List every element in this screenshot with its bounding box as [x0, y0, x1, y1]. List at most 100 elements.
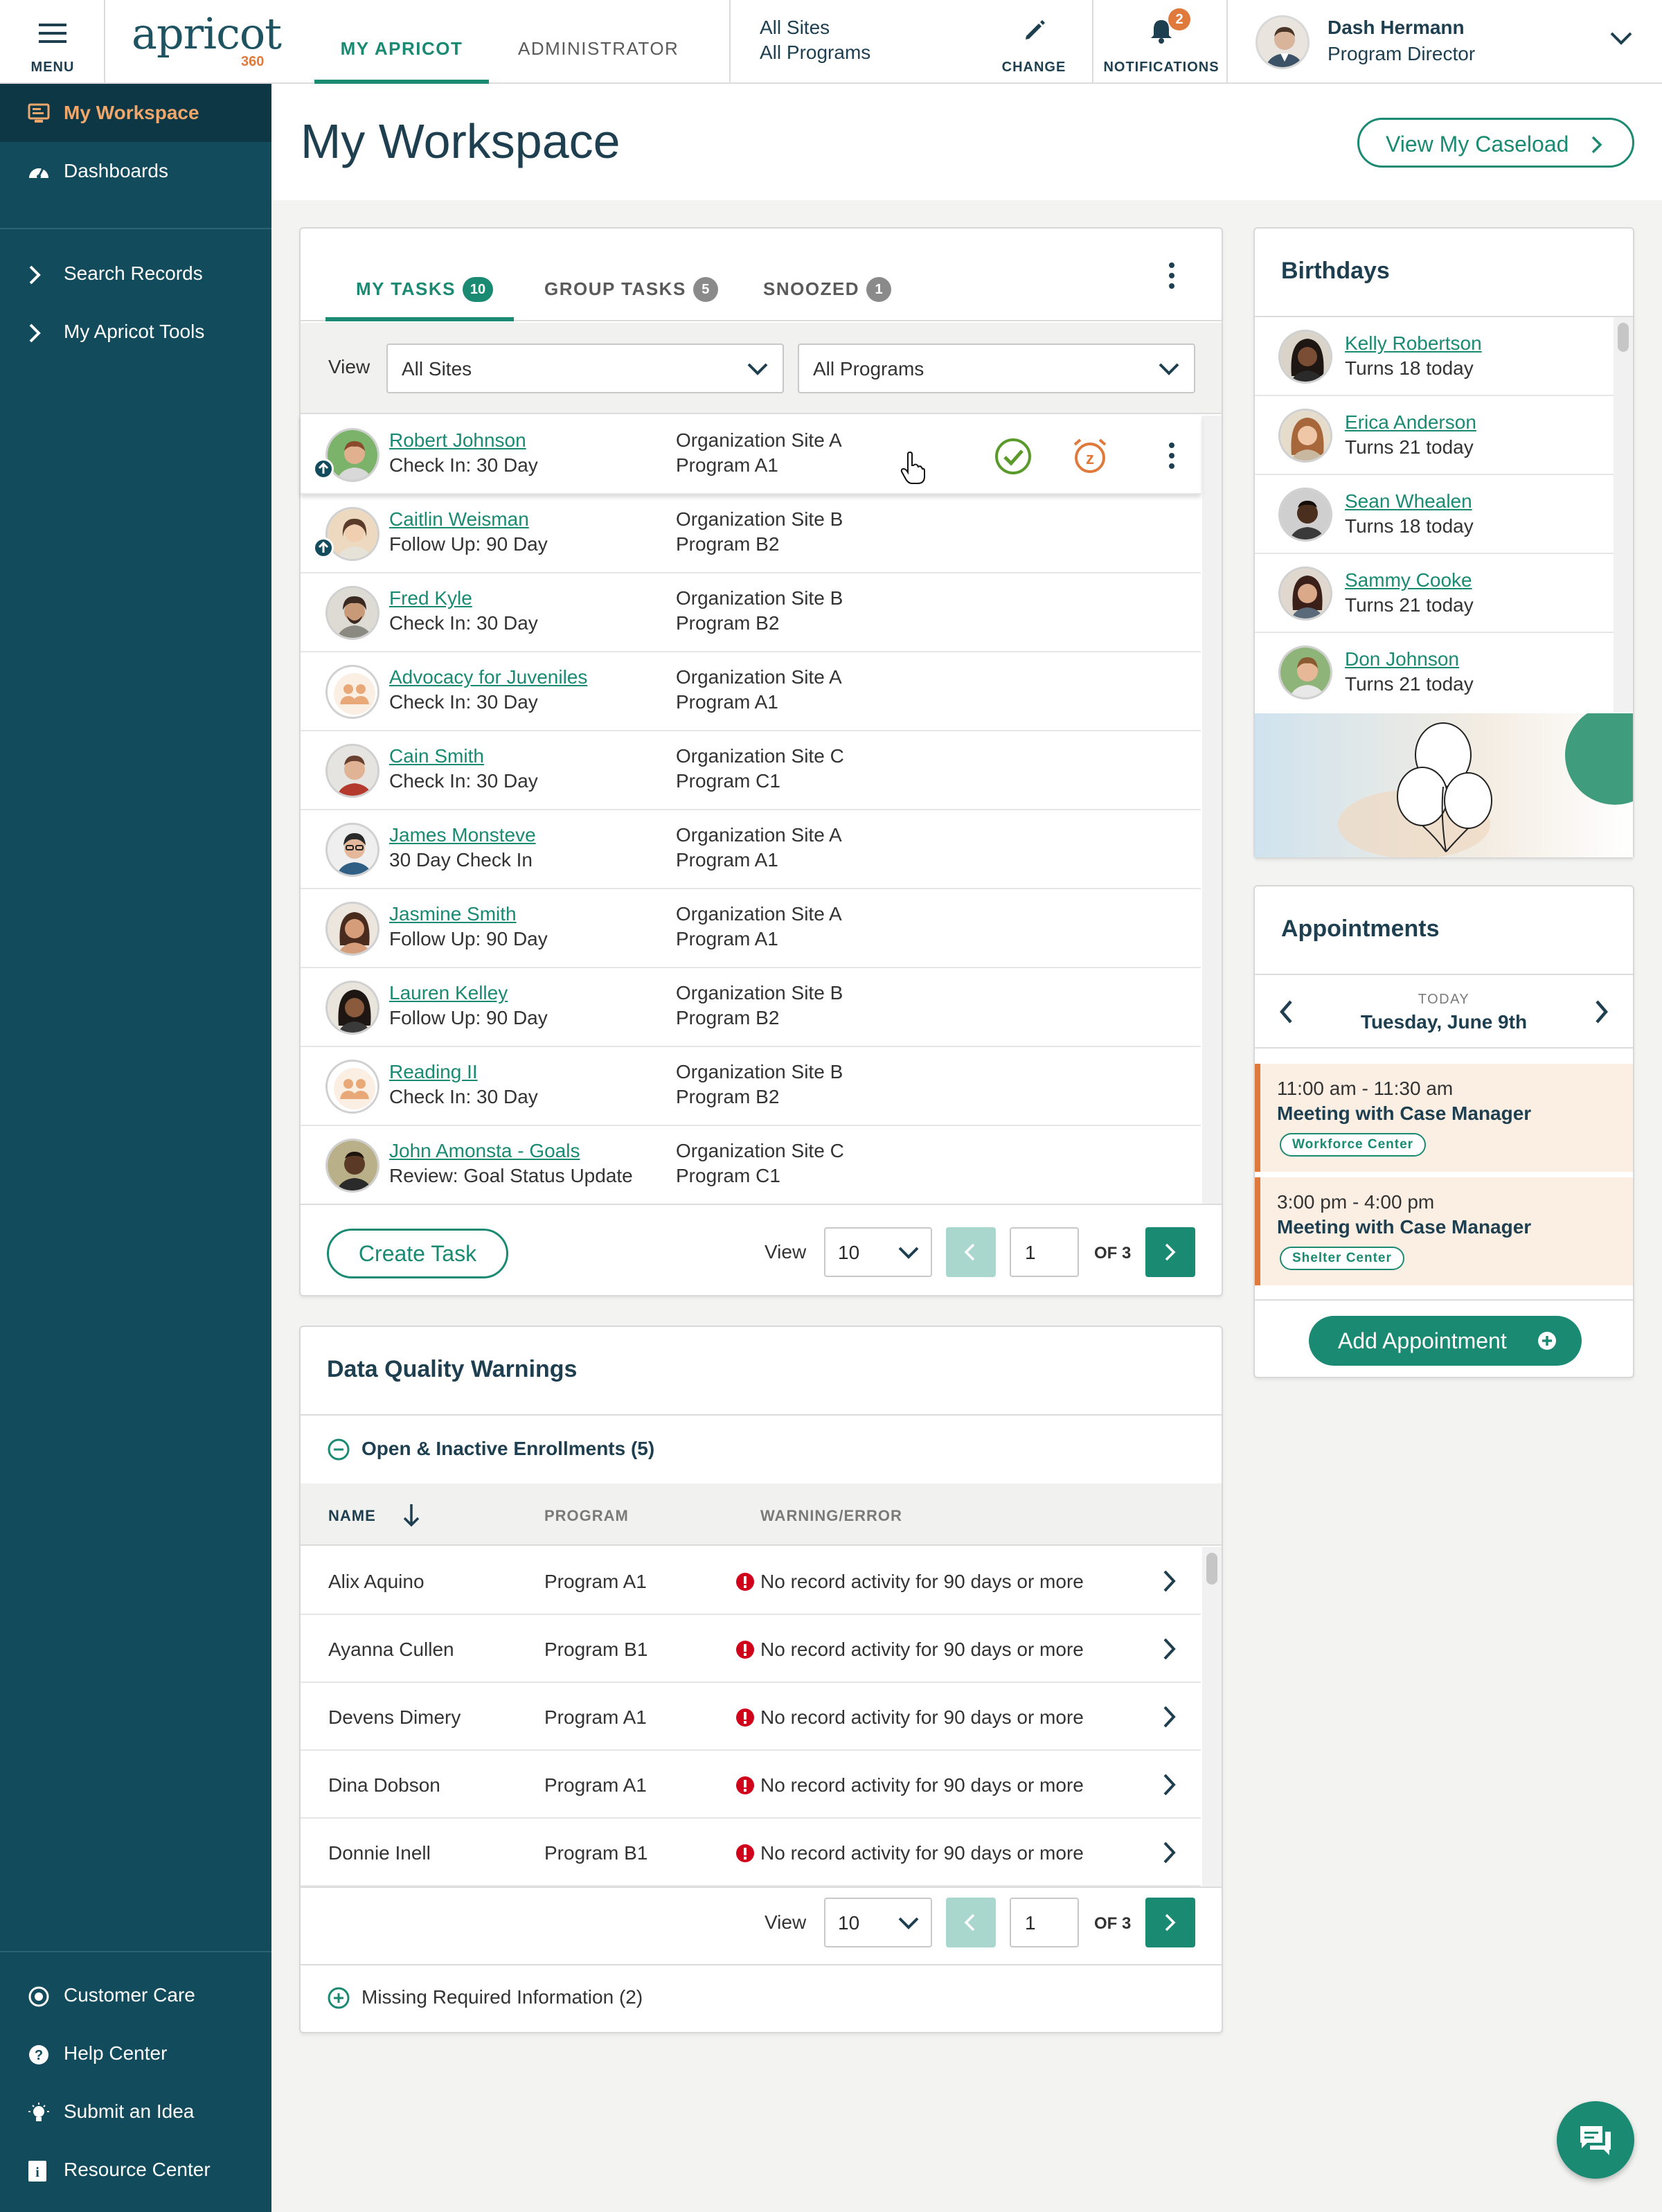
user-menu[interactable]: Dash Hermann Program Director — [1229, 0, 1662, 84]
task-client-link[interactable]: Advocacy for Juveniles — [389, 666, 587, 688]
sort-down-arrow-icon[interactable] — [402, 1503, 421, 1528]
task-row[interactable]: Fred Kyle Check In: 30 Day Organization … — [301, 573, 1201, 652]
task-client-link[interactable]: Caitlin Weisman — [389, 508, 529, 530]
tab-administrator[interactable]: ADMINISTRATOR — [518, 38, 679, 60]
task-row[interactable]: James Monsteve 30 Day Check In Organizat… — [301, 810, 1201, 889]
task-client-link[interactable]: Lauren Kelley — [389, 982, 508, 1004]
sidebar-item-my-workspace[interactable]: My Workspace — [0, 84, 271, 142]
cell-warning: No record activity for 90 days or more — [760, 1842, 1084, 1864]
next-day-icon[interactable] — [1593, 999, 1609, 1025]
birthdays-scrollbar-thumb[interactable] — [1618, 323, 1629, 352]
task-client-link[interactable]: Jasmine Smith — [389, 903, 517, 925]
birthday-name-link[interactable]: Erica Anderson — [1345, 411, 1476, 434]
birthday-item[interactable]: Sean Whealen Turns 18 today — [1255, 475, 1615, 554]
view-caseload-button[interactable]: View My Caseload — [1357, 118, 1634, 168]
page-number-value: 1 — [1025, 1242, 1036, 1263]
prev-page-button[interactable] — [946, 1227, 996, 1277]
column-header-name[interactable]: NAME — [328, 1507, 376, 1525]
row-more-options-icon[interactable] — [1166, 442, 1177, 470]
task-row[interactable]: Lauren Kelley Follow Up: 90 Day Organiza… — [301, 968, 1201, 1047]
next-page-button[interactable] — [1145, 1898, 1195, 1947]
appointment-item[interactable]: 3:00 pm - 4:00 pm Meeting with Case Mana… — [1255, 1177, 1633, 1285]
tasks-scrollbar[interactable] — [1202, 416, 1222, 1205]
birthday-name-link[interactable]: Kelly Robertson — [1345, 332, 1482, 355]
sidebar-item-resource-center[interactable]: i Resource Center — [0, 2141, 271, 2199]
open-inactive-enrollments-section[interactable]: Open & Inactive Enrollments (5) — [301, 1416, 1222, 1483]
sidebar-item-label: My Workspace — [64, 102, 199, 123]
table-scrollbar[interactable] — [1202, 1547, 1222, 1888]
task-row[interactable]: Reading II Check In: 30 Day Organization… — [301, 1047, 1201, 1126]
sidebar-item-help-center[interactable]: ? Help Center — [0, 2024, 271, 2082]
table-row[interactable]: Alix Aquino Program A1 No record activit… — [301, 1547, 1201, 1615]
chevron-right-icon[interactable] — [1162, 1569, 1177, 1593]
task-row[interactable]: John Amonsta - Goals Review: Goal Status… — [301, 1126, 1201, 1205]
site-filter-dropdown[interactable]: All Sites — [386, 344, 784, 393]
birthdays-scrollbar[interactable] — [1614, 317, 1633, 712]
task-row[interactable]: Caitlin Weisman Follow Up: 90 Day Organi… — [301, 494, 1201, 573]
birthday-item[interactable]: Kelly Robertson Turns 18 today — [1255, 317, 1615, 396]
cell-warning: No record activity for 90 days or more — [760, 1639, 1084, 1660]
change-button[interactable]: CHANGE — [976, 0, 1091, 84]
sidebar-item-submit-idea[interactable]: Submit an Idea — [0, 2082, 271, 2141]
column-header-warning[interactable]: WARNING/ERROR — [760, 1507, 902, 1525]
chevron-right-icon[interactable] — [1162, 1773, 1177, 1796]
sidebar-item-search-records[interactable]: Search Records — [0, 244, 271, 303]
table-row[interactable]: Dina Dobson Program A1 No record activit… — [301, 1751, 1201, 1819]
birthday-item[interactable]: Erica Anderson Turns 21 today — [1255, 396, 1615, 475]
error-icon — [736, 1844, 754, 1862]
task-client-link[interactable]: James Monsteve — [389, 824, 536, 846]
birthday-name-link[interactable]: Don Johnson — [1345, 648, 1459, 670]
page-number-input[interactable]: 1 — [1010, 1898, 1079, 1947]
task-client-link[interactable]: Fred Kyle — [389, 587, 472, 609]
sidebar-item-dashboards[interactable]: Dashboards — [0, 142, 271, 200]
task-row[interactable]: Cain Smith Check In: 30 Day Organization… — [301, 731, 1201, 810]
task-program: Program A1 — [676, 454, 778, 476]
birthday-name-link[interactable]: Sean Whealen — [1345, 490, 1472, 512]
notifications-button[interactable]: 2 NOTIFICATIONS — [1092, 0, 1228, 84]
task-row[interactable]: Advocacy for Juveniles Check In: 30 Day … — [301, 652, 1201, 731]
logo-360: 360 — [241, 54, 265, 69]
task-row[interactable]: Robert Johnson Check In: 30 Day Organiza… — [301, 416, 1201, 494]
birthday-name-link[interactable]: Sammy Cooke — [1345, 569, 1472, 591]
birthday-item[interactable]: Don Johnson Turns 21 today — [1255, 633, 1615, 712]
chevron-right-icon[interactable] — [1162, 1637, 1177, 1661]
birthday-item[interactable]: Sammy Cooke Turns 21 today — [1255, 554, 1615, 633]
per-page-select[interactable]: 10 — [824, 1898, 932, 1947]
task-type: Check In: 30 Day — [389, 454, 538, 476]
menu-button[interactable]: MENU — [0, 0, 105, 84]
task-row[interactable]: Jasmine Smith Follow Up: 90 Day Organiza… — [301, 889, 1201, 968]
add-appointment-button[interactable]: Add Appointment — [1309, 1316, 1582, 1366]
chevron-right-icon[interactable] — [1162, 1841, 1177, 1864]
more-options-icon[interactable] — [1166, 262, 1177, 289]
task-client-link[interactable]: John Amonsta - Goals — [389, 1140, 580, 1162]
column-header-program[interactable]: PROGRAM — [544, 1507, 629, 1525]
per-page-select[interactable]: 10 — [824, 1227, 932, 1277]
program-filter-dropdown[interactable]: All Programs — [798, 344, 1195, 393]
chevron-right-icon[interactable] — [1162, 1705, 1177, 1729]
next-page-button[interactable] — [1145, 1227, 1195, 1277]
sidebar-item-customer-care[interactable]: Customer Care — [0, 1966, 271, 2024]
tab-group-tasks[interactable]: GROUP TASKS 5 — [544, 277, 718, 302]
page-number-input[interactable]: 1 — [1010, 1227, 1079, 1277]
appointment-item[interactable]: 11:00 am - 11:30 am Meeting with Case Ma… — [1255, 1064, 1633, 1172]
snooze-alarm-icon[interactable]: z — [1071, 436, 1109, 475]
tab-snoozed[interactable]: SNOOZED 1 — [763, 277, 892, 302]
prev-page-button[interactable] — [946, 1898, 996, 1947]
complete-check-icon[interactable] — [994, 438, 1032, 475]
table-row[interactable]: Donnie Inell Program B1 No record activi… — [301, 1819, 1201, 1887]
sidebar-item-my-apricot-tools[interactable]: My Apricot Tools — [0, 303, 271, 361]
avatar — [325, 744, 379, 798]
tab-my-apricot[interactable]: MY APRICOT — [314, 38, 489, 84]
task-client-link[interactable]: Cain Smith — [389, 745, 484, 767]
missing-required-info-section[interactable]: Missing Required Information (2) — [301, 1965, 1222, 2032]
task-client-link[interactable]: Robert Johnson — [389, 429, 526, 452]
table-row[interactable]: Ayanna Cullen Program B1 No record activ… — [301, 1615, 1201, 1683]
apricot-logo[interactable]: apricot — [132, 8, 282, 59]
tab-my-tasks[interactable]: MY TASKS 10 — [356, 277, 493, 302]
task-client-link[interactable]: Reading II — [389, 1061, 478, 1083]
create-task-button[interactable]: Create Task — [327, 1229, 508, 1278]
table-row[interactable]: Devens Dimery Program A1 No record activ… — [301, 1683, 1201, 1751]
table-scrollbar-thumb[interactable] — [1206, 1553, 1217, 1585]
chat-button[interactable] — [1557, 2101, 1634, 2179]
avatar — [1278, 488, 1332, 542]
